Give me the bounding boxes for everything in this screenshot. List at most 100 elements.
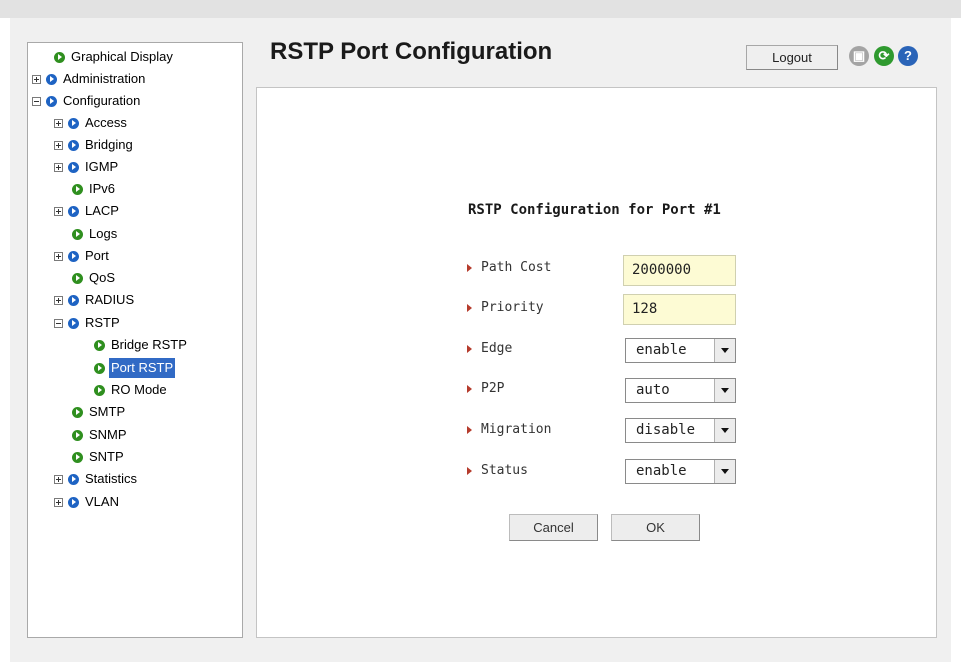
page-bullet-icon	[54, 51, 65, 63]
nav-item-port[interactable]: Port	[54, 246, 111, 266]
nav-item-ipv6[interactable]: IPv6	[72, 179, 117, 199]
logout-button[interactable]: Logout	[746, 45, 838, 70]
path-cost-label: Path Cost	[467, 260, 551, 275]
priority-input[interactable]: 128	[623, 294, 736, 325]
folder-bullet-icon	[68, 473, 79, 485]
bullet-arrow-icon	[467, 425, 472, 434]
expand-icon[interactable]	[54, 251, 63, 261]
nav-item-bridging[interactable]: Bridging	[54, 135, 135, 155]
nav-item-smtp[interactable]: SMTP	[72, 402, 127, 422]
nav-item-snmp[interactable]: SNMP	[72, 425, 129, 445]
expand-icon[interactable]	[54, 497, 63, 507]
nav-item-label[interactable]: SMTP	[87, 402, 127, 422]
nav-item-label[interactable]: Administration	[61, 69, 147, 89]
page-bullet-icon	[72, 451, 83, 463]
dropdown-arrow-icon[interactable]	[714, 339, 735, 362]
path-cost-input[interactable]: 2000000	[623, 255, 736, 286]
nav-item-label[interactable]: Statistics	[83, 469, 139, 489]
top-bar	[0, 0, 961, 18]
nav-item-qos[interactable]: QoS	[72, 268, 117, 288]
nav-item-ro-mode[interactable]: RO Mode	[94, 380, 169, 400]
status-select[interactable]: enable	[625, 459, 736, 484]
nav-item-sntp[interactable]: SNTP	[72, 447, 126, 467]
expand-icon[interactable]	[54, 140, 63, 150]
dropdown-arrow-icon[interactable]	[714, 419, 735, 442]
nav-item-label[interactable]: RSTP	[83, 313, 122, 333]
edge-select[interactable]: enable	[625, 338, 736, 363]
bullet-arrow-icon	[467, 466, 472, 475]
bullet-arrow-icon	[467, 263, 472, 272]
nav-item-label[interactable]: Configuration	[61, 91, 142, 111]
nav-item-label[interactable]: Port	[83, 246, 111, 266]
nav-item-statistics[interactable]: Statistics	[54, 469, 139, 489]
page-bullet-icon	[72, 272, 83, 284]
nav-item-label[interactable]: Access	[83, 113, 129, 133]
expand-icon[interactable]	[54, 118, 63, 128]
cancel-button[interactable]: Cancel	[509, 514, 598, 541]
help-icon[interactable]: ?	[898, 46, 918, 66]
page-bullet-icon	[94, 339, 105, 351]
nav-item-radius[interactable]: RADIUS	[54, 290, 136, 310]
nav-item-label[interactable]: Logs	[87, 224, 119, 244]
collapse-icon[interactable]	[54, 318, 63, 328]
collapse-icon[interactable]	[32, 96, 41, 106]
expand-icon[interactable]	[54, 474, 63, 484]
nav-item-label[interactable]: Bridge RSTP	[109, 335, 189, 355]
folder-bullet-icon	[68, 294, 79, 306]
nav-item-label[interactable]: LACP	[83, 201, 121, 221]
nav-item-bridge-rstp[interactable]: Bridge RSTP	[94, 335, 189, 355]
folder-bullet-icon	[68, 205, 79, 217]
nav-item-vlan[interactable]: VLAN	[54, 492, 121, 512]
nav-item-lacp[interactable]: LACP	[54, 201, 121, 221]
folder-bullet-icon	[68, 161, 79, 173]
page-bullet-icon	[72, 406, 83, 418]
nav-item-label[interactable]: IPv6	[87, 179, 117, 199]
migration-label: Migration	[467, 422, 551, 437]
expand-icon[interactable]	[54, 295, 63, 305]
bullet-arrow-icon	[467, 344, 472, 353]
migration-select[interactable]: disable	[625, 418, 736, 443]
nav-item-administration[interactable]: Administration	[32, 69, 147, 89]
nav-item-label[interactable]: SNTP	[87, 447, 126, 467]
folder-bullet-icon	[46, 73, 57, 85]
bullet-arrow-icon	[467, 384, 472, 393]
page-bullet-icon	[72, 429, 83, 441]
nav-item-label[interactable]: RADIUS	[83, 290, 136, 310]
nav-item-rstp[interactable]: RSTP	[54, 313, 122, 333]
refresh-icon[interactable]: ⟳	[874, 46, 894, 66]
nav-item-label[interactable]: Graphical Display	[69, 47, 175, 67]
expand-icon[interactable]	[54, 206, 63, 216]
page-bullet-icon	[94, 362, 105, 374]
expand-icon[interactable]	[54, 162, 63, 172]
expand-icon[interactable]	[32, 74, 41, 84]
folder-bullet-icon	[46, 95, 57, 107]
nav-item-label[interactable]: Port RSTP	[109, 358, 176, 378]
dropdown-arrow-icon[interactable]	[714, 460, 735, 483]
nav-item-logs[interactable]: Logs	[72, 224, 119, 244]
nav-item-access[interactable]: Access	[54, 113, 129, 133]
folder-bullet-icon	[68, 117, 79, 129]
nav-item-graphical-display[interactable]: Graphical Display	[54, 47, 175, 67]
folder-bullet-icon	[68, 317, 79, 329]
p2p-label: P2P	[467, 381, 504, 396]
ok-button[interactable]: OK	[611, 514, 700, 541]
p2p-select[interactable]: auto	[625, 378, 736, 403]
page-bullet-icon	[72, 228, 83, 240]
nav-item-port-rstp[interactable]: Port RSTP	[94, 358, 176, 378]
folder-bullet-icon	[68, 250, 79, 262]
nav-item-label[interactable]: Bridging	[83, 135, 135, 155]
nav-item-label[interactable]: IGMP	[83, 157, 120, 177]
form-title: RSTP Configuration for Port #1	[468, 202, 721, 218]
folder-bullet-icon	[68, 139, 79, 151]
nav-item-label[interactable]: VLAN	[83, 492, 121, 512]
nav-item-configuration[interactable]: Configuration	[32, 91, 142, 111]
priority-label: Priority	[467, 300, 544, 315]
dropdown-arrow-icon[interactable]	[714, 379, 735, 402]
status-label: Status	[467, 463, 528, 478]
nav-item-label[interactable]: QoS	[87, 268, 117, 288]
nav-item-label[interactable]: RO Mode	[109, 380, 169, 400]
nav-item-igmp[interactable]: IGMP	[54, 157, 120, 177]
nav-item-label[interactable]: SNMP	[87, 425, 129, 445]
folder-bullet-icon	[68, 496, 79, 508]
save-icon[interactable]: ▣	[849, 46, 869, 66]
